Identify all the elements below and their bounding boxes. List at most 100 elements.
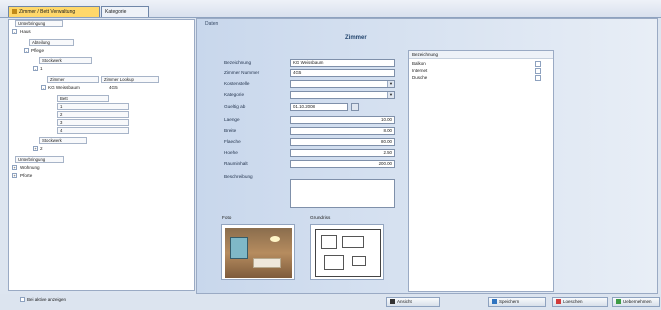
list-item-label: Balkon [412,61,426,66]
bed-graphic [253,258,281,268]
tree-node-label: Stockwerk [42,138,62,143]
tree-node-label: 3 [60,120,63,125]
tree-node-zimmer-lookup[interactable]: Zimmer Lookup [101,76,159,83]
gueltig-ab-input[interactable]: 01.10.2008 [290,103,348,111]
detail-header: Daten [205,21,219,27]
save-button[interactable]: Speichern [488,297,546,307]
tree-node-pforte[interactable]: Pforte [20,173,32,180]
tree-top-dropdown[interactable]: Unterbringung [15,20,63,27]
calendar-icon[interactable] [351,103,359,111]
delete-button[interactable]: Loeschen [552,297,608,307]
list-item-label: Dusche [412,75,428,80]
checkbox-label: Bei aktive anzeigen [27,297,67,302]
expand-icon[interactable]: - [12,29,17,34]
checkbox-icon[interactable] [20,297,25,302]
bezeichnung-input[interactable]: KG Weissbaum [290,59,395,67]
tree-node-label: Abteilung [32,40,50,45]
room-photo[interactable] [221,224,295,280]
tree-node-stockwerk[interactable]: Stockwerk [39,57,92,64]
tree-node-abteilung[interactable]: Abteilung [29,39,74,46]
detail-panel: Daten Zimmer Bezeichnung KG Weissbaum Zi… [196,18,658,294]
tab-label: Kategorie [105,9,127,15]
list-header: Bezeichnung [409,51,553,59]
amenities-list: Bezeichnung Balkon Internet Dusche [408,50,554,292]
room-image [225,228,292,278]
kostenstelle-dropdown[interactable]: ▼ [290,80,395,88]
tree-node-kg-weissbaum[interactable]: KG Weissbaum [48,85,80,92]
expand-icon[interactable]: + [12,165,17,170]
chevron-down-icon[interactable]: ▼ [387,81,394,87]
show-active-checkbox[interactable]: Bei aktive anzeigen [20,297,66,302]
foto-label: Foto [222,215,232,220]
view-button[interactable]: Ansicht [386,297,440,307]
tree-node-bed-3[interactable]: 3 [57,119,129,126]
tree-node-floor-1[interactable]: 1 [40,66,43,73]
tree-node-haus[interactable]: Haus [20,29,31,36]
hoehe-input[interactable]: 2.50 [290,149,395,157]
expand-icon[interactable]: - [33,66,38,71]
tree-top-label: Unterbringung [18,21,46,26]
chevron-down-icon[interactable]: ▼ [387,92,394,98]
tree-node-bett[interactable]: Bett [57,95,109,102]
delete-icon [556,299,561,304]
tree-node-wohnung[interactable]: Wohnung [20,165,40,172]
view-button-label: Ansicht [397,299,412,304]
save-icon [492,299,497,304]
list-item[interactable]: Internet [409,68,553,75]
field-label: Kategorie [224,92,245,97]
page-title: Zimmer [345,35,367,41]
zimmer-nummer-input[interactable]: 4G5 [290,69,395,77]
field-label: Bezeichnung [224,60,252,65]
field-label: Laenge [224,117,240,122]
field-label: Hoehe [224,150,238,155]
laenge-input[interactable]: 10.00 [290,116,395,124]
tree-node-unterbringung[interactable]: Unterbringung [15,156,64,163]
breite-input[interactable]: 8.00 [290,127,395,135]
checkbox[interactable] [535,61,541,67]
expand-icon[interactable]: - [24,48,29,53]
plan-room [342,236,364,248]
tree-panel: Unterbringung - Haus Abteilung - Pflege St… [8,19,195,291]
rauminhalt-input[interactable]: 200.00 [290,160,395,168]
grid-icon [390,299,395,304]
window-graphic [230,237,248,259]
field-label: Beschreibung [224,174,253,179]
field-label: Gueltig ab [224,104,246,109]
tree-node-label: Bett [60,96,68,101]
floor-plan-drawing [315,229,381,277]
tab-icon [12,9,17,14]
checkbox[interactable] [535,68,541,74]
plan-room [321,235,337,249]
floor-plan[interactable] [310,224,384,280]
beschreibung-textarea[interactable] [290,179,395,208]
tree-node-bed-1[interactable]: 1 [57,103,129,110]
apply-icon [616,299,621,304]
list-item[interactable]: Balkon [409,61,553,68]
field-label: Kostenstelle [224,81,250,86]
tab-bar: Zimmer / Bett Verwaltung Kategorie [0,0,661,18]
plan-room [352,256,366,266]
expand-icon[interactable]: + [12,173,17,178]
footer-bar: Bei aktive anzeigen Ansicht Speichern Lo… [0,294,661,310]
kategorie-dropdown[interactable]: ▼ [290,91,395,99]
tree-node-bed-4[interactable]: 4 [57,127,129,134]
checkbox[interactable] [535,75,541,81]
tree-node-stockwerk-2[interactable]: Stockwerk [39,137,87,144]
tree-node-zimmer[interactable]: Zimmer [47,76,99,83]
tree-node-pflege[interactable]: Pflege [31,48,44,55]
tab-zimmer-bett[interactable]: Zimmer / Bett Verwaltung [8,6,100,17]
field-label: Zimmer Nummer [224,70,260,75]
expand-icon[interactable]: - [41,85,46,90]
field-label: Breite [224,128,237,133]
tab-kategorie[interactable]: Kategorie [101,6,149,17]
tree-node-floor-2[interactable]: 2 [40,146,43,153]
apply-button[interactable]: Uebernehmen [612,297,660,307]
expand-icon[interactable]: + [33,146,38,151]
tree-node-bed-2[interactable]: 2 [57,111,129,118]
tree-node-label: Zimmer [50,77,65,82]
field-label: Rauminhalt [224,161,248,166]
tree-node-room-number: 4G5 [109,85,118,90]
list-item[interactable]: Dusche [409,75,553,82]
list-item-label: Internet [412,68,428,73]
flaeche-input[interactable]: 80.00 [290,138,395,146]
